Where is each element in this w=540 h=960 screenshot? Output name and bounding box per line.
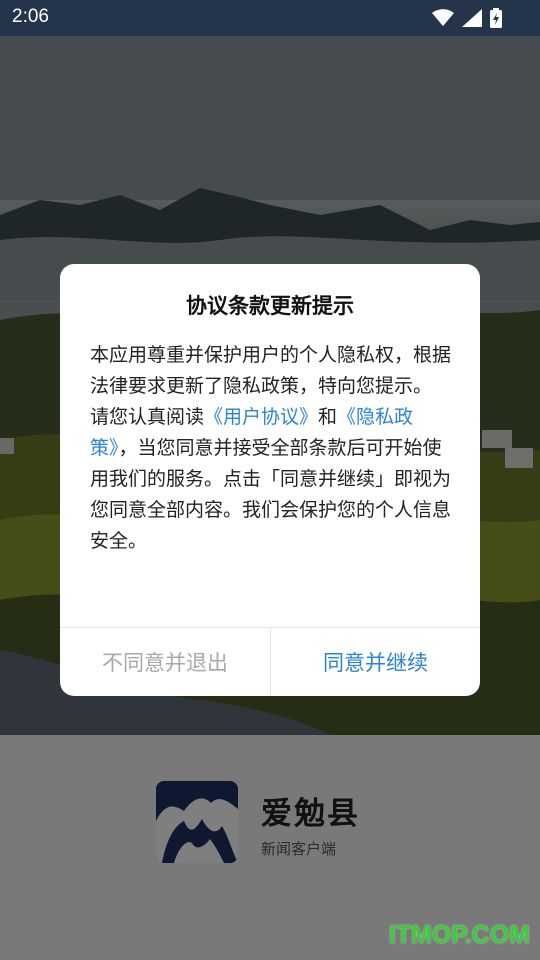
dialog-paragraph-2-prefix: 请您认真阅读: [90, 406, 205, 428]
dialog-title: 协议条款更新提示: [186, 294, 354, 318]
signal-icon: [462, 9, 482, 27]
dialog-paragraph-2-and: 和: [318, 406, 338, 428]
agreement-update-dialog: 协议条款更新提示 本应用尊重并保护用户的个人隐私权，根据法律要求更新了隐私政策，…: [60, 264, 480, 696]
dialog-paragraph-1: 本应用尊重并保护用户的个人隐私权，根据法律要求更新了隐私政策，特向您提示。: [90, 344, 452, 397]
status-bar: 2:06: [0, 0, 540, 36]
battery-charging-icon: [490, 8, 502, 28]
agree-and-continue-button[interactable]: 同意并继续: [271, 628, 480, 696]
wifi-icon: [432, 9, 454, 26]
site-watermark: ITMOP.COM: [388, 921, 530, 949]
user-agreement-link[interactable]: 《用户协议》: [204, 406, 318, 428]
status-time: 2:06: [12, 6, 49, 27]
decline-and-exit-button[interactable]: 不同意并退出: [60, 628, 270, 696]
dialog-body: 本应用尊重并保护用户的个人隐私权，根据法律要求更新了隐私政策，特向您提示。 请您…: [90, 340, 452, 557]
status-icons: [432, 8, 502, 28]
dialog-paragraph-2-suffix: ，当您同意并接受全部条款后可开始使用我们的服务。点击「同意并继续」即视为您同意全…: [90, 437, 452, 552]
